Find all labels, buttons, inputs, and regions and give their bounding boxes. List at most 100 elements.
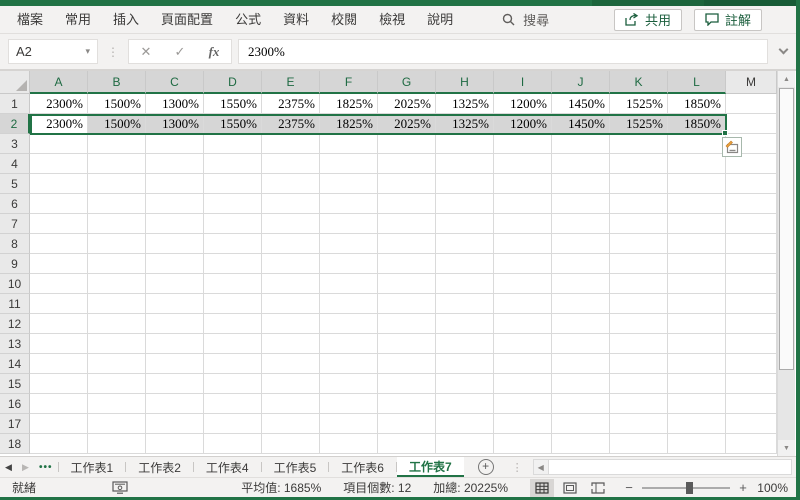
cell-D13[interactable] <box>204 334 262 354</box>
menu-item-5[interactable]: 公式 <box>224 6 272 33</box>
cell-I14[interactable] <box>494 354 552 374</box>
column-header-E[interactable]: E <box>262 71 320 94</box>
sheet-tab-工作表2[interactable]: 工作表2 <box>126 457 193 477</box>
column-header-B[interactable]: B <box>88 71 146 94</box>
cell-M7[interactable] <box>726 214 777 234</box>
cell-D2[interactable]: 1550% <box>204 114 262 134</box>
name-box-dropdown-icon[interactable]: ▾ <box>85 46 90 57</box>
row-header-15[interactable]: 15 <box>0 374 30 394</box>
cell-A16[interactable] <box>30 394 88 414</box>
cell-C3[interactable] <box>146 134 204 154</box>
cell-I13[interactable] <box>494 334 552 354</box>
cell-K2[interactable]: 1525% <box>610 114 668 134</box>
cell-L18[interactable] <box>668 434 726 454</box>
cell-J18[interactable] <box>552 434 610 454</box>
cell-F8[interactable] <box>320 234 378 254</box>
cell-M10[interactable] <box>726 274 777 294</box>
cell-G2[interactable]: 2025% <box>378 114 436 134</box>
cell-B2[interactable]: 1500% <box>88 114 146 134</box>
zoom-out-button[interactable]: − <box>624 480 634 495</box>
cell-B7[interactable] <box>88 214 146 234</box>
cell-K12[interactable] <box>610 314 668 334</box>
cell-L13[interactable] <box>668 334 726 354</box>
cancel-icon[interactable]: ✕ <box>129 44 163 60</box>
name-box[interactable]: A2 ▾ <box>8 39 98 64</box>
fill-handle[interactable] <box>722 130 728 136</box>
row-header-8[interactable]: 8 <box>0 234 30 254</box>
cell-L1[interactable]: 1850% <box>668 94 726 114</box>
cell-K17[interactable] <box>610 414 668 434</box>
row-header-5[interactable]: 5 <box>0 174 30 194</box>
cell-I6[interactable] <box>494 194 552 214</box>
cell-F9[interactable] <box>320 254 378 274</box>
cell-C4[interactable] <box>146 154 204 174</box>
row-header-17[interactable]: 17 <box>0 414 30 434</box>
cell-K3[interactable] <box>610 134 668 154</box>
cell-F12[interactable] <box>320 314 378 334</box>
sheet-tab-工作表4[interactable]: 工作表4 <box>194 457 261 477</box>
cell-C1[interactable]: 1300% <box>146 94 204 114</box>
cell-G5[interactable] <box>378 174 436 194</box>
column-header-H[interactable]: H <box>436 71 494 94</box>
cell-E4[interactable] <box>262 154 320 174</box>
zoom-slider-thumb[interactable] <box>686 481 693 494</box>
comments-button[interactable]: 註解 <box>693 8 762 31</box>
menu-item-4[interactable]: 頁面配置 <box>150 6 224 33</box>
cell-F13[interactable] <box>320 334 378 354</box>
sheet-tab-工作表1[interactable]: 工作表1 <box>59 457 126 477</box>
cell-J5[interactable] <box>552 174 610 194</box>
cell-G10[interactable] <box>378 274 436 294</box>
cell-H12[interactable] <box>436 314 494 334</box>
cell-B17[interactable] <box>88 414 146 434</box>
cell-A8[interactable] <box>30 234 88 254</box>
cell-H2[interactable]: 1325% <box>436 114 494 134</box>
cell-A7[interactable] <box>30 214 88 234</box>
column-header-D[interactable]: D <box>204 71 262 94</box>
cell-I10[interactable] <box>494 274 552 294</box>
cell-B5[interactable] <box>88 174 146 194</box>
enter-icon[interactable]: ✓ <box>163 44 197 60</box>
cell-C7[interactable] <box>146 214 204 234</box>
horizontal-scrollbar[interactable]: ◀ <box>532 459 792 475</box>
cell-J3[interactable] <box>552 134 610 154</box>
menu-item-1[interactable]: 檔案 <box>6 6 54 33</box>
cell-B15[interactable] <box>88 374 146 394</box>
cell-J14[interactable] <box>552 354 610 374</box>
cell-M6[interactable] <box>726 194 777 214</box>
cell-K4[interactable] <box>610 154 668 174</box>
cell-K7[interactable] <box>610 214 668 234</box>
cell-H3[interactable] <box>436 134 494 154</box>
cell-H9[interactable] <box>436 254 494 274</box>
cell-C9[interactable] <box>146 254 204 274</box>
row-header-2[interactable]: 2 <box>0 114 30 134</box>
cell-E6[interactable] <box>262 194 320 214</box>
row-header-4[interactable]: 4 <box>0 154 30 174</box>
cell-D16[interactable] <box>204 394 262 414</box>
cell-G16[interactable] <box>378 394 436 414</box>
cell-J2[interactable]: 1450% <box>552 114 610 134</box>
cell-B4[interactable] <box>88 154 146 174</box>
cell-F1[interactable]: 1825% <box>320 94 378 114</box>
cell-B18[interactable] <box>88 434 146 454</box>
paste-options-button[interactable] <box>722 137 742 157</box>
cell-J4[interactable] <box>552 154 610 174</box>
cell-F17[interactable] <box>320 414 378 434</box>
cell-M8[interactable] <box>726 234 777 254</box>
cell-K13[interactable] <box>610 334 668 354</box>
cell-G14[interactable] <box>378 354 436 374</box>
cell-K6[interactable] <box>610 194 668 214</box>
cell-G6[interactable] <box>378 194 436 214</box>
cell-K14[interactable] <box>610 354 668 374</box>
sheet-tab-工作表7[interactable]: 工作表7 <box>396 457 464 477</box>
cell-K11[interactable] <box>610 294 668 314</box>
cell-M14[interactable] <box>726 354 777 374</box>
row-header-9[interactable]: 9 <box>0 254 30 274</box>
cell-L16[interactable] <box>668 394 726 414</box>
cell-B13[interactable] <box>88 334 146 354</box>
cell-E14[interactable] <box>262 354 320 374</box>
cell-A3[interactable] <box>30 134 88 154</box>
cell-C13[interactable] <box>146 334 204 354</box>
cell-A11[interactable] <box>30 294 88 314</box>
cell-E16[interactable] <box>262 394 320 414</box>
cell-H16[interactable] <box>436 394 494 414</box>
